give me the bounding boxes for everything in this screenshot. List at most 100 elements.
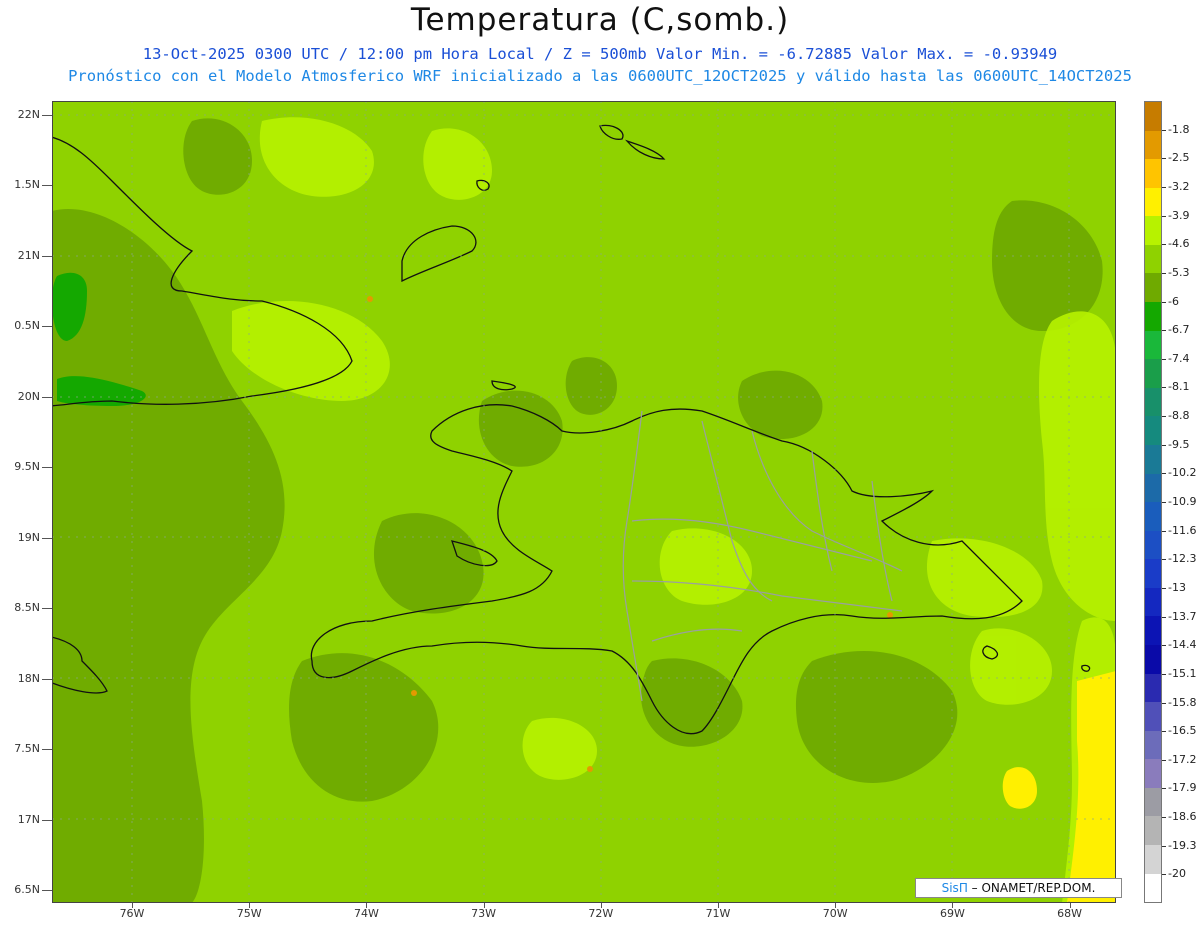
colorbar-tick bbox=[1162, 788, 1166, 790]
y-axis-label: 7.5N bbox=[14, 742, 40, 756]
colorbar-segment bbox=[1145, 644, 1161, 674]
colorbar-tick bbox=[1162, 559, 1166, 561]
colorbar-label: -13.7 bbox=[1168, 609, 1197, 623]
colorbar-segment bbox=[1145, 873, 1161, 903]
colorbar-tick bbox=[1162, 186, 1166, 188]
colorbar-label: -6.7 bbox=[1168, 323, 1190, 337]
colorbar-label: -3.9 bbox=[1168, 208, 1190, 222]
colorbar-label: -17.9 bbox=[1168, 781, 1197, 795]
colorbar-label: -18.6 bbox=[1168, 810, 1197, 824]
colorbar-label: -6 bbox=[1168, 294, 1179, 308]
colorbar-label: -10.2 bbox=[1168, 466, 1197, 480]
x-axis-tick bbox=[366, 903, 368, 908]
x-axis-label: 72W bbox=[588, 907, 614, 920]
credit-text: – ONAMET/REP.DOM. bbox=[971, 881, 1096, 895]
colorbar-segment bbox=[1145, 473, 1161, 503]
colorbar-label: -4.6 bbox=[1168, 237, 1190, 251]
y-axis-tick bbox=[42, 326, 52, 328]
colorbar-label: -17.2 bbox=[1168, 752, 1197, 766]
temperature-map[interactable] bbox=[52, 101, 1116, 903]
x-axis-label: 74W bbox=[353, 907, 379, 920]
y-axis-label: 18N bbox=[17, 671, 40, 685]
x-axis-label: 71W bbox=[705, 907, 731, 920]
x-axis-tick bbox=[483, 903, 485, 908]
colorbar-label: -3.2 bbox=[1168, 179, 1190, 193]
x-axis-tick bbox=[600, 903, 602, 908]
colorbar-segment bbox=[1145, 416, 1161, 445]
colorbar-label: -15.1 bbox=[1168, 666, 1197, 680]
colorbar-segment bbox=[1145, 787, 1161, 817]
y-axis-label: 22N bbox=[17, 108, 40, 121]
colorbar-segment bbox=[1145, 616, 1161, 645]
colorbar-label: -5.3 bbox=[1168, 265, 1190, 279]
credit-brand: SisΠ bbox=[941, 881, 968, 895]
colorbar-segment bbox=[1145, 530, 1161, 560]
colorbar-segment bbox=[1145, 759, 1161, 788]
colorbar-label: -7.4 bbox=[1168, 351, 1190, 365]
colorbar-tick bbox=[1162, 244, 1166, 246]
x-axis-label: 68W bbox=[1057, 907, 1083, 920]
x-axis-label: 75W bbox=[236, 907, 262, 920]
x-axis-label: 76W bbox=[119, 907, 145, 920]
colorbar-segment bbox=[1145, 130, 1161, 160]
colorbar-tick bbox=[1162, 874, 1166, 876]
map-title: Temperatura (C,somb.) bbox=[410, 2, 790, 38]
x-axis-label: 69W bbox=[939, 907, 965, 920]
temperature-field bbox=[52, 101, 1116, 903]
colorbar-segment bbox=[1145, 587, 1161, 617]
colorbar-label: -1.8 bbox=[1168, 122, 1190, 136]
colorbar-tick bbox=[1162, 817, 1166, 819]
colorbar-segment bbox=[1145, 444, 1161, 474]
x-axis-label: 70W bbox=[822, 907, 848, 920]
colorbar-label: -15.8 bbox=[1168, 695, 1197, 709]
colorbar-tick bbox=[1162, 301, 1166, 303]
y-axis-tick bbox=[42, 749, 52, 751]
colorbar-segment bbox=[1145, 816, 1161, 846]
colorbar-segment bbox=[1145, 845, 1161, 874]
y-axis-label: 8.5N bbox=[14, 601, 40, 615]
colorbar-label: -13 bbox=[1168, 580, 1186, 594]
colorbar bbox=[1144, 101, 1162, 903]
colorbar-tick bbox=[1162, 587, 1166, 589]
colorbar-label: -19.3 bbox=[1168, 838, 1197, 852]
y-axis-label: 0.5N bbox=[14, 319, 40, 333]
colorbar-tick bbox=[1162, 158, 1166, 160]
y-axis-tick bbox=[42, 678, 52, 680]
map-subtitle-valid-time: 13-Oct-2025 0300 UTC / 12:00 pm Hora Loc… bbox=[142, 45, 1058, 63]
y-axis-label: 9.5N bbox=[14, 460, 40, 474]
colorbar-label: -8.1 bbox=[1168, 380, 1190, 394]
colorbar-label: -8.8 bbox=[1168, 409, 1190, 423]
y-axis-label: 19N bbox=[17, 530, 40, 544]
colorbar-segment bbox=[1145, 244, 1161, 274]
colorbar-label: -11.6 bbox=[1168, 523, 1197, 537]
y-axis-label: 6.5N bbox=[14, 882, 40, 896]
map-subtitle-model-info: Pronóstico con el Modelo Atmosferico WRF… bbox=[68, 67, 1132, 85]
x-axis-tick bbox=[132, 903, 133, 908]
x-axis-tick bbox=[835, 903, 837, 908]
colorbar-tick bbox=[1162, 387, 1166, 389]
colorbar-tick bbox=[1162, 416, 1166, 418]
colorbar-tick bbox=[1162, 616, 1166, 618]
colorbar-label: -10.9 bbox=[1168, 495, 1197, 508]
colorbar-segment bbox=[1145, 559, 1161, 588]
y-axis-label: 21N bbox=[17, 248, 40, 262]
colorbar-tick bbox=[1162, 272, 1166, 274]
colorbar-label: -12.3 bbox=[1168, 552, 1197, 566]
x-axis-label: 73W bbox=[471, 907, 497, 920]
credit-box: SisΠ – ONAMET/REP.DOM. bbox=[915, 878, 1122, 898]
y-axis-tick bbox=[42, 115, 52, 116]
x-axis-tick bbox=[952, 903, 954, 908]
colorbar-label: -16.5 bbox=[1168, 724, 1197, 738]
colorbar-tick bbox=[1162, 530, 1166, 532]
colorbar-segment bbox=[1145, 673, 1161, 703]
colorbar-tick bbox=[1162, 645, 1166, 647]
colorbar-label: -20 bbox=[1168, 867, 1186, 881]
y-axis-tick bbox=[42, 608, 52, 610]
colorbar-segment bbox=[1145, 273, 1161, 303]
colorbar-tick bbox=[1162, 215, 1166, 217]
y-axis-tick bbox=[42, 537, 52, 539]
y-axis-label: 20N bbox=[17, 389, 40, 403]
y-axis-tick bbox=[42, 185, 52, 187]
colorbar-segment bbox=[1145, 216, 1161, 245]
colorbar-tick bbox=[1162, 845, 1166, 847]
